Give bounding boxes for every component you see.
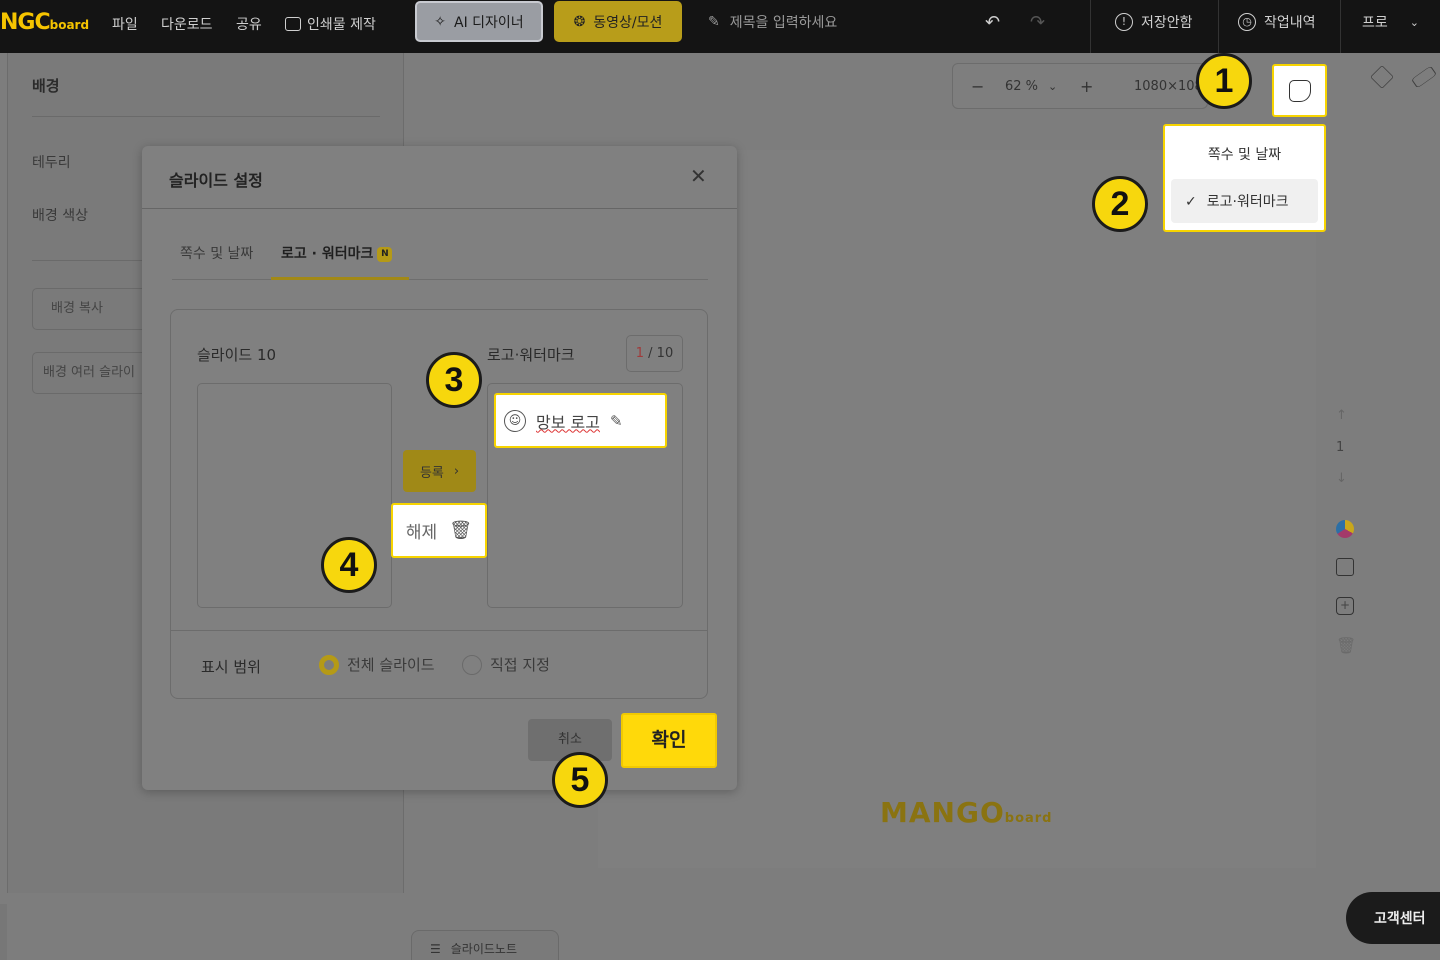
duplicate-icon[interactable] [1336,558,1354,576]
new-badge: N [377,247,393,262]
divider [32,116,380,117]
logo-list-label: 로고·워터마크 [487,346,575,364]
border-label: 테두리 [32,155,71,171]
bg-color-label: 배경 색상 [32,208,88,224]
chevron-right-icon: › [453,463,460,479]
add-slide-icon[interactable]: + [1336,597,1354,615]
dropdown-item-logo-watermark[interactable]: ✓ 로고·워터마크 [1171,179,1318,223]
history-button[interactable]: ◷ 작업내역 [1238,12,1316,32]
panel-edge [0,904,7,960]
customer-center-button[interactable]: 고객센터 [1346,892,1440,944]
ai-designer-button[interactable]: ✧ AI 디자이너 [415,1,543,42]
title-input[interactable]: ✎ 제목을 입력하세요 [708,12,837,32]
canvas-tools [1330,65,1440,89]
unsaved-status[interactable]: ! 저장안함 [1115,12,1193,32]
menu-file[interactable]: 파일 [112,14,138,34]
tab-page-date[interactable]: 쪽수 및 날짜 [180,243,253,263]
ruler-icon[interactable] [1411,65,1437,89]
register-button[interactable]: 등록 › [403,450,476,492]
video-motion-button[interactable]: ❂ 동영상/모션 [554,1,682,42]
dropdown-item-page-date[interactable]: 쪽수 및 날짜 [1165,144,1324,164]
undo-icon: ↶ [985,12,1001,33]
divider [142,208,737,209]
slide-settings-dropdown: 쪽수 및 날짜 ✓ 로고·워터마크 [1163,124,1326,232]
tab-logo-watermark[interactable]: 로고 · 워터마크 N [281,243,393,263]
zoom-bar: − 62 % ⌄ + 1080×108 [952,63,1208,109]
edit-icon: ✎ [708,14,720,30]
sticker-icon [1288,79,1311,102]
arrow-up-icon[interactable]: ↑ [1336,408,1347,423]
step-marker-3: 3 [426,352,482,408]
chevron-down-icon: ⌄ [1409,15,1419,29]
dialog-title: 슬라이드 설정 [169,171,263,190]
chevron-down-icon[interactable]: ⌄ [1048,80,1057,93]
step-marker-2: 2 [1092,176,1148,232]
layers-icon[interactable] [1370,65,1394,89]
divider [172,279,708,280]
zoom-out-button[interactable]: − [971,77,984,96]
alert-icon: ! [1115,13,1133,31]
divider [1218,0,1219,53]
divider [1340,0,1341,53]
menu-download[interactable]: 다운로드 [161,14,213,34]
logo-list-item[interactable]: ☺ 망보 로고 ✎ [494,393,667,448]
printer-icon [285,17,301,31]
divider [1090,0,1091,53]
undo-button[interactable]: ↶ [985,12,1000,33]
release-button[interactable]: 해제 🗑 [391,503,487,558]
motion-icon: ❂ [573,13,586,30]
smile-icon: ☺ [504,409,526,432]
canvas-watermark-logo[interactable]: MANGOboard [880,796,1053,829]
range-custom-option[interactable]: 직접 지정 [462,654,550,675]
panel-heading: 배경 [32,77,60,95]
zoom-in-button[interactable]: + [1080,77,1093,96]
radio-selected[interactable] [319,654,339,675]
trash-icon[interactable]: 🗑 [1336,636,1356,655]
slide-note-tab[interactable]: ☰ 슬라이드노트 [411,930,559,960]
magic-wand-icon: ✧ [434,13,447,30]
close-icon[interactable]: ✕ [690,164,707,188]
notes-icon: ☰ [430,942,441,956]
step-marker-5: 5 [552,752,608,808]
divider [171,630,707,631]
logo-watermark-tool-button[interactable] [1272,64,1327,117]
logo-counter: 1 / 10 [626,335,683,372]
trash-icon: 🗑 [449,520,473,541]
step-marker-1: 1 [1196,53,1252,109]
color-palette-icon[interactable] [1336,520,1354,538]
profile-menu[interactable]: 프로 ⌄ [1362,12,1419,32]
zoom-level[interactable]: 62 % [1005,79,1038,94]
confirm-button[interactable]: 확인 [621,713,717,768]
redo-button[interactable]: ↷ [1030,12,1045,33]
check-icon: ✓ [1185,194,1197,210]
menu-print[interactable]: 인쇄물 제작 [285,14,376,34]
clock-icon: ◷ [1238,13,1256,31]
top-bar: NGCboard 파일 다운로드 공유 인쇄물 제작 ✧ AI 디자이너 ❂ 동영상… [0,0,1440,53]
active-tab-indicator [271,277,409,280]
step-marker-4: 4 [321,537,377,593]
pencil-icon[interactable]: ✎ [610,412,623,430]
range-all-option[interactable]: 전체 슬라이드 [319,654,435,675]
menu-share[interactable]: 공유 [236,14,262,34]
slide-label: 슬라이드 10 [197,346,277,364]
display-range-label: 표시 범위 [201,658,261,676]
redo-icon: ↷ [1030,12,1046,33]
arrow-down-icon[interactable]: ↓ [1336,471,1347,486]
page-tools: ↑ 1 ↓ + 🗑 [1326,400,1366,660]
radio-unselected[interactable] [462,654,482,675]
canvas-size[interactable]: 1080×108 [1134,79,1203,94]
app-logo[interactable]: NGCboard [0,10,89,35]
page-number: 1 [1336,440,1345,455]
